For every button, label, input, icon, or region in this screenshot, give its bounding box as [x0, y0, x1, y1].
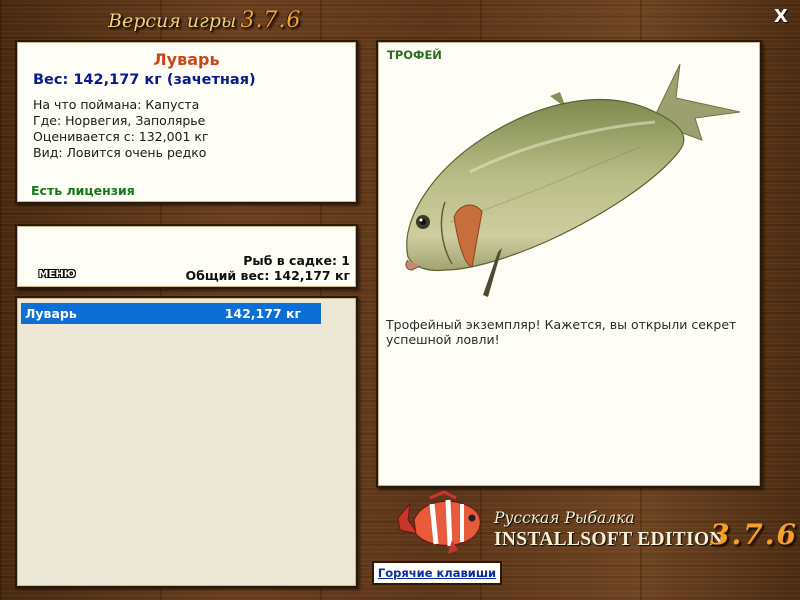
list-item[interactable]: Луварь 142,177 кг [21, 303, 321, 324]
list-item-name: Луварь [25, 306, 77, 321]
close-icon: X [774, 6, 788, 27]
fish-count: Рыб в садке: 1 [243, 253, 350, 268]
edition-label: INSTALLSOFT EDITION [494, 529, 724, 550]
trophy-description: Трофейный экземпляр! Кажется, вы открыли… [386, 317, 737, 347]
window-title-version: 3.7.6 [240, 8, 302, 33]
list-item-weight: 142,177 кг [224, 306, 301, 321]
hotkeys-button[interactable]: Горячие клавиши [372, 561, 502, 585]
close-button[interactable]: X [770, 6, 792, 28]
keepnet-panel: МЕНЮ Рыб в садке: 1 Общий вес: 142,177 к… [15, 224, 358, 289]
game-name: Русская Рыбалка [494, 509, 635, 527]
rating-detail: Оценивается с: 132,001 кг [33, 129, 209, 144]
fish-info-panel: Луварь Вес: 142,177 кг (зачетная) На что… [15, 40, 358, 204]
fish-name: Луварь [153, 50, 220, 69]
red-striped-fish-logo [397, 490, 481, 554]
license-status: Есть лицензия [31, 183, 135, 198]
window-title-text: Версия игры [108, 10, 237, 32]
location-detail: Где: Норвегия, Заполярье [33, 113, 206, 128]
species-detail: Вид: Ловится очень редко [33, 145, 207, 160]
trophy-panel: ТРОФЕЙ Трофейный экземпляр! Кажется, вы … [376, 40, 762, 488]
menu-button[interactable]: МЕНЮ [35, 267, 79, 283]
total-weight: Общий вес: 142,177 кг [185, 268, 351, 283]
opah-fish-image [405, 63, 741, 297]
bait-detail: На что поймана: Капуста [33, 97, 200, 112]
window-title: Версия игры 3.7.6 [108, 8, 301, 38]
brand-version: 3.7.6 [710, 518, 798, 551]
catch-list: Луварь 142,177 кг [15, 296, 358, 588]
fish-weight: Вес: 142,177 кг (зачетная) [33, 72, 256, 88]
